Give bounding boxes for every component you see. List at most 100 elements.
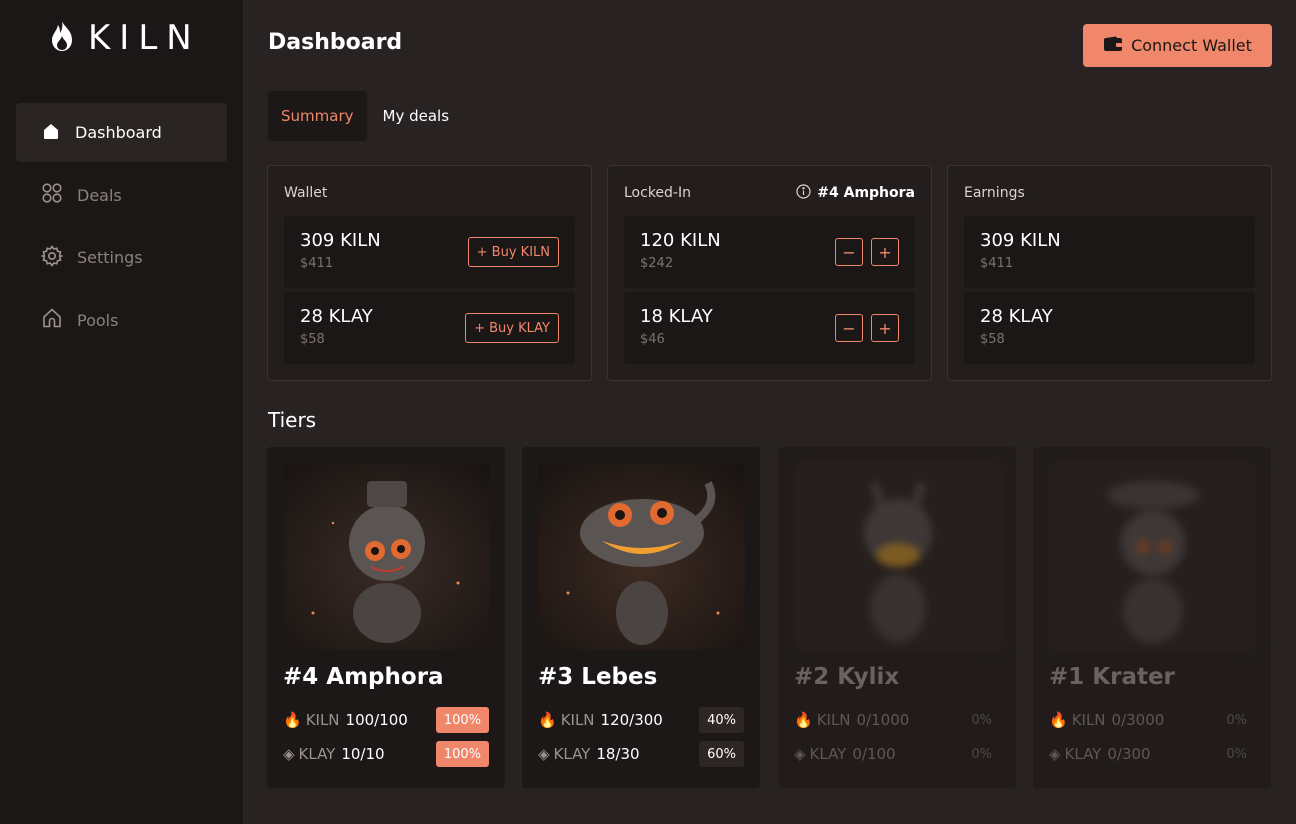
amount: 309 KILN	[980, 230, 1061, 251]
progress-badge: 0%	[971, 746, 992, 762]
flame-icon: 🔥	[794, 711, 813, 729]
wallet-row-kiln: 309 KILN $411 + Buy KILN	[284, 216, 575, 288]
usd-value: $242	[640, 256, 674, 271]
tier-ref-label: #4 Amphora	[817, 185, 915, 201]
coin-label: KLAY	[809, 745, 847, 763]
usd-value: $411	[980, 256, 1014, 271]
logo[interactable]: KILN	[48, 18, 201, 58]
tier-name: #4 Amphora	[283, 664, 444, 690]
buy-kiln-button[interactable]: + Buy KILN	[467, 237, 559, 267]
flame-icon	[48, 19, 76, 57]
coin-label: KLAY	[553, 745, 591, 763]
progress-value: 0/3000	[1111, 711, 1165, 729]
progress-value: 0/300	[1107, 745, 1151, 763]
tier-art-image	[1049, 463, 1256, 650]
sidebar-item-deals[interactable]: Deals	[16, 166, 227, 225]
connect-wallet-label: Connect Wallet	[1131, 36, 1252, 55]
earnings-panel: Earnings 309 KILN $411 28 KLAY $58	[947, 165, 1272, 381]
progress-value: 0/1000	[856, 711, 910, 729]
amount: 309 KILN	[300, 230, 381, 251]
coin-label: KLAY	[298, 745, 336, 763]
tier-kiln-stat: 🔥 KILN 0/1000 0%	[794, 707, 1000, 733]
tier-klay-stat: ◈ KLAY 0/300 0%	[1049, 741, 1255, 767]
locked-row-klay: 18 KLAY $46 − +	[624, 292, 915, 364]
sidebar-item-dashboard[interactable]: Dashboard	[16, 103, 227, 162]
locked-row-kiln: 120 KILN $242 − +	[624, 216, 915, 288]
tier-klay-stat: ◈ KLAY 0/100 0%	[794, 741, 1000, 767]
home-icon	[41, 121, 61, 145]
decrease-klay-button[interactable]: −	[835, 314, 863, 342]
progress-badge: 100%	[435, 741, 489, 767]
coin-label: KILN	[1071, 711, 1106, 729]
usd-value: $58	[980, 332, 1005, 347]
panel-title: Wallet	[284, 185, 328, 201]
grid-icon	[41, 182, 63, 208]
tab-bar: Summary My deals	[268, 91, 463, 141]
coin-label: KILN	[560, 711, 595, 729]
wallet-panel: Wallet 309 KILN $411 + Buy KILN 28 KLAY …	[267, 165, 592, 381]
amount: 120 KILN	[640, 230, 721, 251]
sidebar-item-label: Deals	[77, 185, 122, 205]
progress-value: 100/100	[345, 711, 408, 729]
usd-value: $46	[640, 332, 665, 347]
tier-kiln-stat: 🔥 KILN 100/100 100%	[283, 707, 489, 733]
panel-title: Earnings	[964, 185, 1025, 201]
tier-art-image	[283, 463, 490, 650]
flame-icon: 🔥	[538, 711, 557, 729]
progress-badge: 100%	[435, 707, 489, 733]
tier-card-lebes[interactable]: #3 Lebes 🔥 KILN 120/300 40% ◈ KLAY 18/30 6…	[522, 447, 760, 788]
amount: 28 KLAY	[980, 306, 1053, 327]
usd-value: $411	[300, 256, 334, 271]
klay-coin-icon: ◈	[794, 745, 806, 763]
tier-card-krater[interactable]: #1 Krater 🔥 KILN 0/3000 0% ◈ KLAY 0/300 0%	[1033, 447, 1271, 788]
progress-value: 120/300	[600, 711, 663, 729]
tier-art-image	[794, 463, 1001, 650]
wallet-icon	[1103, 36, 1123, 56]
sidebar-item-settings[interactable]: Settings	[16, 228, 227, 287]
flame-icon: 🔥	[283, 711, 302, 729]
klay-coin-icon: ◈	[1049, 745, 1061, 763]
page-title: Dashboard	[268, 30, 403, 55]
info-icon	[796, 183, 811, 203]
decrease-kiln-button[interactable]: −	[835, 238, 863, 266]
pool-icon	[41, 307, 63, 333]
earnings-row-klay: 28 KLAY $58	[964, 292, 1255, 364]
tiers-heading: Tiers	[268, 408, 317, 432]
locked-tier-ref[interactable]: #4 Amphora	[796, 183, 915, 203]
tier-name: #2 Kylix	[794, 664, 900, 690]
tier-art-image	[538, 463, 745, 650]
tier-klay-stat: ◈ KLAY 18/30 60%	[538, 741, 744, 767]
progress-value: 0/100	[852, 745, 896, 763]
progress-badge: 0%	[1226, 746, 1247, 762]
sidebar-item-pools[interactable]: Pools	[16, 291, 227, 350]
earnings-row-kiln: 309 KILN $411	[964, 216, 1255, 288]
tier-card-amphora[interactable]: #4 Amphora 🔥 KILN 100/100 100% ◈ KLAY 10/1…	[267, 447, 505, 788]
tab-my-deals[interactable]: My deals	[367, 91, 464, 141]
buy-klay-button[interactable]: + Buy KLAY	[465, 313, 559, 343]
increase-kiln-button[interactable]: +	[871, 238, 899, 266]
sidebar-item-label: Dashboard	[75, 123, 162, 142]
progress-badge: 0%	[971, 712, 992, 728]
tier-name: #3 Lebes	[538, 664, 658, 690]
connect-wallet-button[interactable]: Connect Wallet	[1083, 24, 1272, 67]
tier-name: #1 Krater	[1049, 664, 1175, 690]
coin-label: KILN	[305, 711, 340, 729]
increase-klay-button[interactable]: +	[871, 314, 899, 342]
amount: 28 KLAY	[300, 306, 373, 327]
locked-in-panel: Locked-In #4 Amphora 120 KILN $242 − + 1…	[607, 165, 932, 381]
coin-label: KILN	[816, 711, 851, 729]
sidebar-item-label: Pools	[77, 310, 119, 330]
sidebar-item-label: Settings	[77, 248, 143, 267]
sidebar-nav: Dashboard Deals Settings Pools	[16, 103, 227, 353]
tier-klay-stat: ◈ KLAY 10/10 100%	[283, 741, 489, 767]
wallet-row-klay: 28 KLAY $58 + Buy KLAY	[284, 292, 575, 364]
sidebar: KILN Dashboard Deals Settings Pools	[0, 0, 243, 824]
tab-summary[interactable]: Summary	[268, 91, 367, 141]
klay-coin-icon: ◈	[538, 745, 550, 763]
tier-kiln-stat: 🔥 KILN 0/3000 0%	[1049, 707, 1255, 733]
panel-title: Locked-In	[624, 185, 691, 201]
progress-value: 18/30	[596, 745, 640, 763]
tier-card-kylix[interactable]: #2 Kylix 🔥 KILN 0/1000 0% ◈ KLAY 0/100 0%	[778, 447, 1016, 788]
klay-coin-icon: ◈	[283, 745, 295, 763]
progress-value: 10/10	[341, 745, 385, 763]
